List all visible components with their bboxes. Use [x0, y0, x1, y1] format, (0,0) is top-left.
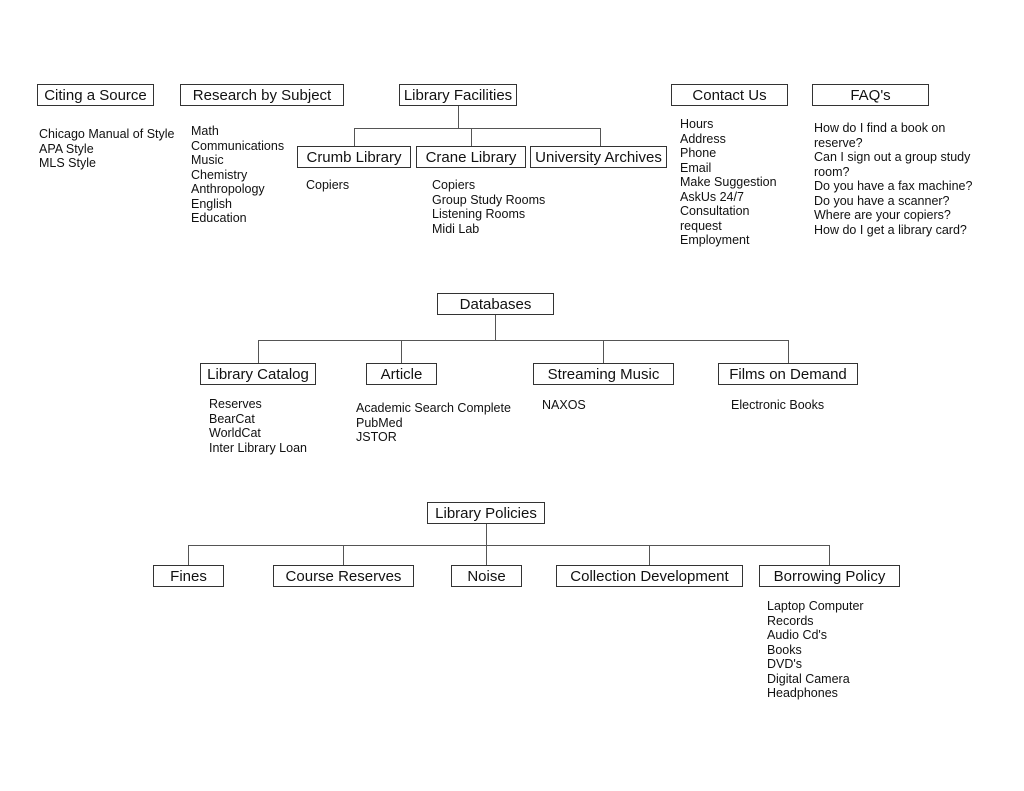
crane-item[interactable]: Copiers	[432, 178, 545, 193]
connector	[495, 315, 496, 340]
contact-us-node[interactable]: Contact Us	[671, 84, 788, 106]
borrowing-list: Laptop Computer Records Audio Cd's Books…	[767, 599, 864, 701]
contact-item[interactable]: Hours	[680, 117, 777, 132]
borrowing-item[interactable]: Headphones	[767, 686, 864, 701]
research-item[interactable]: Anthropology	[191, 182, 284, 197]
crumb-library-node[interactable]: Crumb Library	[297, 146, 411, 168]
faq-item[interactable]: reserve?	[814, 136, 972, 151]
research-item[interactable]: Math	[191, 124, 284, 139]
connector	[354, 128, 355, 146]
faq-item[interactable]: How do I find a book on	[814, 121, 972, 136]
borrowing-item[interactable]: Digital Camera	[767, 672, 864, 687]
connector	[471, 128, 472, 146]
citing-item[interactable]: Chicago Manual of Style	[39, 127, 175, 142]
connector	[354, 128, 601, 129]
article-node[interactable]: Article	[366, 363, 437, 385]
connector	[486, 545, 487, 565]
noise-node[interactable]: Noise	[451, 565, 522, 587]
research-list: Math Communications Music Chemistry Anth…	[191, 124, 284, 226]
contact-item[interactable]: Phone	[680, 146, 777, 161]
faq-item[interactable]: Do you have a fax machine?	[814, 179, 972, 194]
films-item[interactable]: Electronic Books	[731, 398, 824, 413]
research-by-subject-node[interactable]: Research by Subject	[180, 84, 344, 106]
connector	[188, 545, 830, 546]
connector	[401, 340, 402, 363]
connector	[486, 524, 487, 545]
contact-item[interactable]: request	[680, 219, 777, 234]
connector	[600, 128, 601, 146]
connector	[458, 106, 459, 128]
catalog-item[interactable]: BearCat	[209, 412, 307, 427]
library-facilities-node[interactable]: Library Facilities	[399, 84, 517, 106]
catalog-item[interactable]: Inter Library Loan	[209, 441, 307, 456]
faq-item[interactable]: Do you have a scanner?	[814, 194, 972, 209]
databases-node[interactable]: Databases	[437, 293, 554, 315]
connector	[788, 340, 789, 363]
article-list: Academic Search Complete PubMed JSTOR	[356, 401, 511, 445]
connector	[649, 545, 650, 565]
contact-item[interactable]: Consultation	[680, 204, 777, 219]
contact-item[interactable]: Make Suggestion	[680, 175, 777, 190]
crumb-item[interactable]: Copiers	[306, 178, 349, 193]
library-catalog-node[interactable]: Library Catalog	[200, 363, 316, 385]
borrowing-item[interactable]: DVD's	[767, 657, 864, 672]
connector	[258, 340, 789, 341]
faq-list: How do I find a book on reserve? Can I s…	[814, 121, 972, 237]
catalog-list: Reserves BearCat WorldCat Inter Library …	[209, 397, 307, 455]
faq-item[interactable]: How do I get a library card?	[814, 223, 972, 238]
borrowing-item[interactable]: Books	[767, 643, 864, 658]
research-item[interactable]: Education	[191, 211, 284, 226]
research-item[interactable]: Music	[191, 153, 284, 168]
contact-item[interactable]: Address	[680, 132, 777, 147]
borrowing-item[interactable]: Audio Cd's	[767, 628, 864, 643]
crane-item[interactable]: Group Study Rooms	[432, 193, 545, 208]
faqs-node[interactable]: FAQ's	[812, 84, 929, 106]
films-list: Electronic Books	[731, 398, 824, 413]
streaming-list: NAXOS	[542, 398, 586, 413]
catalog-item[interactable]: Reserves	[209, 397, 307, 412]
citing-a-source-node[interactable]: Citing a Source	[37, 84, 154, 106]
contact-list: Hours Address Phone Email Make Suggestio…	[680, 117, 777, 248]
citing-list: Chicago Manual of Style APA Style MLS St…	[39, 127, 175, 171]
catalog-item[interactable]: WorldCat	[209, 426, 307, 441]
streaming-item[interactable]: NAXOS	[542, 398, 586, 413]
collection-development-node[interactable]: Collection Development	[556, 565, 743, 587]
research-item[interactable]: English	[191, 197, 284, 212]
course-reserves-node[interactable]: Course Reserves	[273, 565, 414, 587]
research-item[interactable]: Communications	[191, 139, 284, 154]
crane-library-node[interactable]: Crane Library	[416, 146, 526, 168]
films-on-demand-node[interactable]: Films on Demand	[718, 363, 858, 385]
connector	[343, 545, 344, 565]
research-item[interactable]: Chemistry	[191, 168, 284, 183]
contact-item[interactable]: Employment	[680, 233, 777, 248]
citing-item[interactable]: MLS Style	[39, 156, 175, 171]
connector	[188, 545, 189, 565]
connector	[258, 340, 259, 363]
article-item[interactable]: JSTOR	[356, 430, 511, 445]
faq-item[interactable]: Can I sign out a group study	[814, 150, 972, 165]
borrowing-item[interactable]: Records	[767, 614, 864, 629]
borrowing-policy-node[interactable]: Borrowing Policy	[759, 565, 900, 587]
citing-item[interactable]: APA Style	[39, 142, 175, 157]
article-item[interactable]: Academic Search Complete	[356, 401, 511, 416]
crane-list: Copiers Group Study Rooms Listening Room…	[432, 178, 545, 236]
connector	[829, 545, 830, 565]
faq-item[interactable]: Where are your copiers?	[814, 208, 972, 223]
borrowing-item[interactable]: Laptop Computer	[767, 599, 864, 614]
library-policies-node[interactable]: Library Policies	[427, 502, 545, 524]
contact-item[interactable]: AskUs 24/7	[680, 190, 777, 205]
crane-item[interactable]: Listening Rooms	[432, 207, 545, 222]
crane-item[interactable]: Midi Lab	[432, 222, 545, 237]
faq-item[interactable]: room?	[814, 165, 972, 180]
crumb-list: Copiers	[306, 178, 349, 193]
contact-item[interactable]: Email	[680, 161, 777, 176]
fines-node[interactable]: Fines	[153, 565, 224, 587]
streaming-music-node[interactable]: Streaming Music	[533, 363, 674, 385]
university-archives-node[interactable]: University Archives	[530, 146, 667, 168]
connector	[603, 340, 604, 363]
article-item[interactable]: PubMed	[356, 416, 511, 431]
